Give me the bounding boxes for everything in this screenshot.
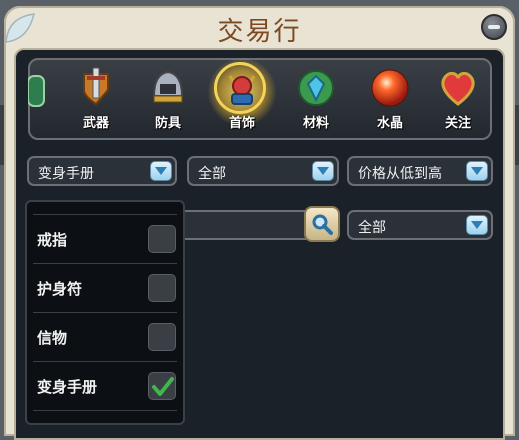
category-weapon[interactable]: 武器 <box>66 64 126 136</box>
category-material[interactable]: 材料 <box>286 64 346 136</box>
checkmark-icon <box>152 377 174 396</box>
option-amulet[interactable]: 护身符 <box>33 263 177 312</box>
option-token[interactable]: 信物 <box>33 312 177 361</box>
category-label: 水晶 <box>376 116 403 131</box>
category-label: 材料 <box>302 116 329 131</box>
sub-select[interactable]: 全部 <box>187 156 339 186</box>
quality-select[interactable]: 全部 <box>347 210 493 240</box>
category-label: 武器 <box>82 116 109 131</box>
search-icon <box>312 214 333 235</box>
option-label: 戒指 <box>37 231 68 249</box>
category-bar: 武器 防具 首饰 材料 水晶 关注 <box>28 58 492 140</box>
type-select[interactable]: 变身手册 <box>27 156 177 186</box>
chevron-down-icon[interactable] <box>150 161 172 181</box>
option-label: 信物 <box>37 329 68 347</box>
sort-select[interactable]: 价格从低到高 <box>347 156 493 186</box>
category-crystal[interactable]: 水晶 <box>360 64 420 136</box>
type-select-value: 变身手册 <box>38 166 94 182</box>
gem-material-icon <box>298 70 334 106</box>
category-accessory[interactable]: 首饰 <box>208 58 276 136</box>
category-label: 首饰 <box>228 116 255 131</box>
category-label: 关注 <box>444 116 471 131</box>
option-ring[interactable]: 戒指 <box>33 214 177 263</box>
close-button[interactable] <box>481 14 507 40</box>
option-checkbox[interactable] <box>148 225 176 253</box>
sub-select-value: 全部 <box>198 166 226 182</box>
window-title: 交易行 <box>217 17 302 47</box>
heart-icon <box>441 71 475 106</box>
scroll-left-icon[interactable] <box>28 68 46 118</box>
auction-house-window: 交易行 武器 防具 首饰 材料 水晶 关注 变身手册 全部 价格从低到高 全部 … <box>4 6 515 440</box>
option-label: 护身符 <box>37 280 83 298</box>
sort-select-value: 价格从低到高 <box>358 166 442 182</box>
option-checkbox[interactable] <box>148 323 176 351</box>
quality-select-value: 全部 <box>358 220 386 236</box>
option-transform-manual[interactable]: 变身手册 <box>33 361 177 411</box>
search-input[interactable] <box>176 210 310 240</box>
category-armor[interactable]: 防具 <box>138 64 198 136</box>
type-dropdown-list: 戒指 护身符 信物 变身手册 <box>25 200 185 425</box>
option-checkbox[interactable] <box>148 274 176 302</box>
sword-shield-icon <box>83 67 109 106</box>
chevron-down-icon[interactable] <box>466 215 488 235</box>
content-area: 武器 防具 首饰 材料 水晶 关注 变身手册 全部 价格从低到高 全部 戒指 护… <box>14 48 505 440</box>
option-checkbox[interactable] <box>148 372 176 400</box>
search-button[interactable] <box>304 206 340 242</box>
helmet-icon <box>152 70 184 103</box>
amulet-icon <box>228 75 256 105</box>
category-label: 防具 <box>154 116 181 131</box>
title-bar: 交易行 <box>4 6 515 50</box>
crystal-orb-icon <box>371 69 409 107</box>
option-label: 变身手册 <box>37 378 98 396</box>
category-favorites[interactable]: 关注 <box>428 64 488 136</box>
chevron-down-icon[interactable] <box>312 161 334 181</box>
chevron-down-icon[interactable] <box>466 161 488 181</box>
